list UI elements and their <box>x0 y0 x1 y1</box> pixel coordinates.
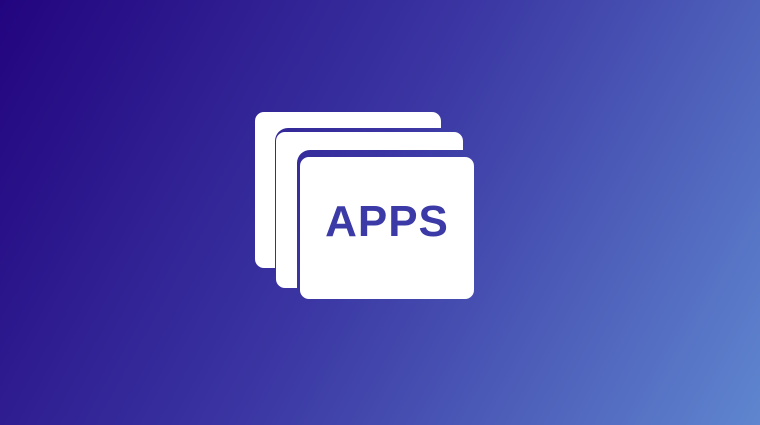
apps-label: APPS <box>325 197 449 246</box>
banner: APPS <box>0 0 760 425</box>
